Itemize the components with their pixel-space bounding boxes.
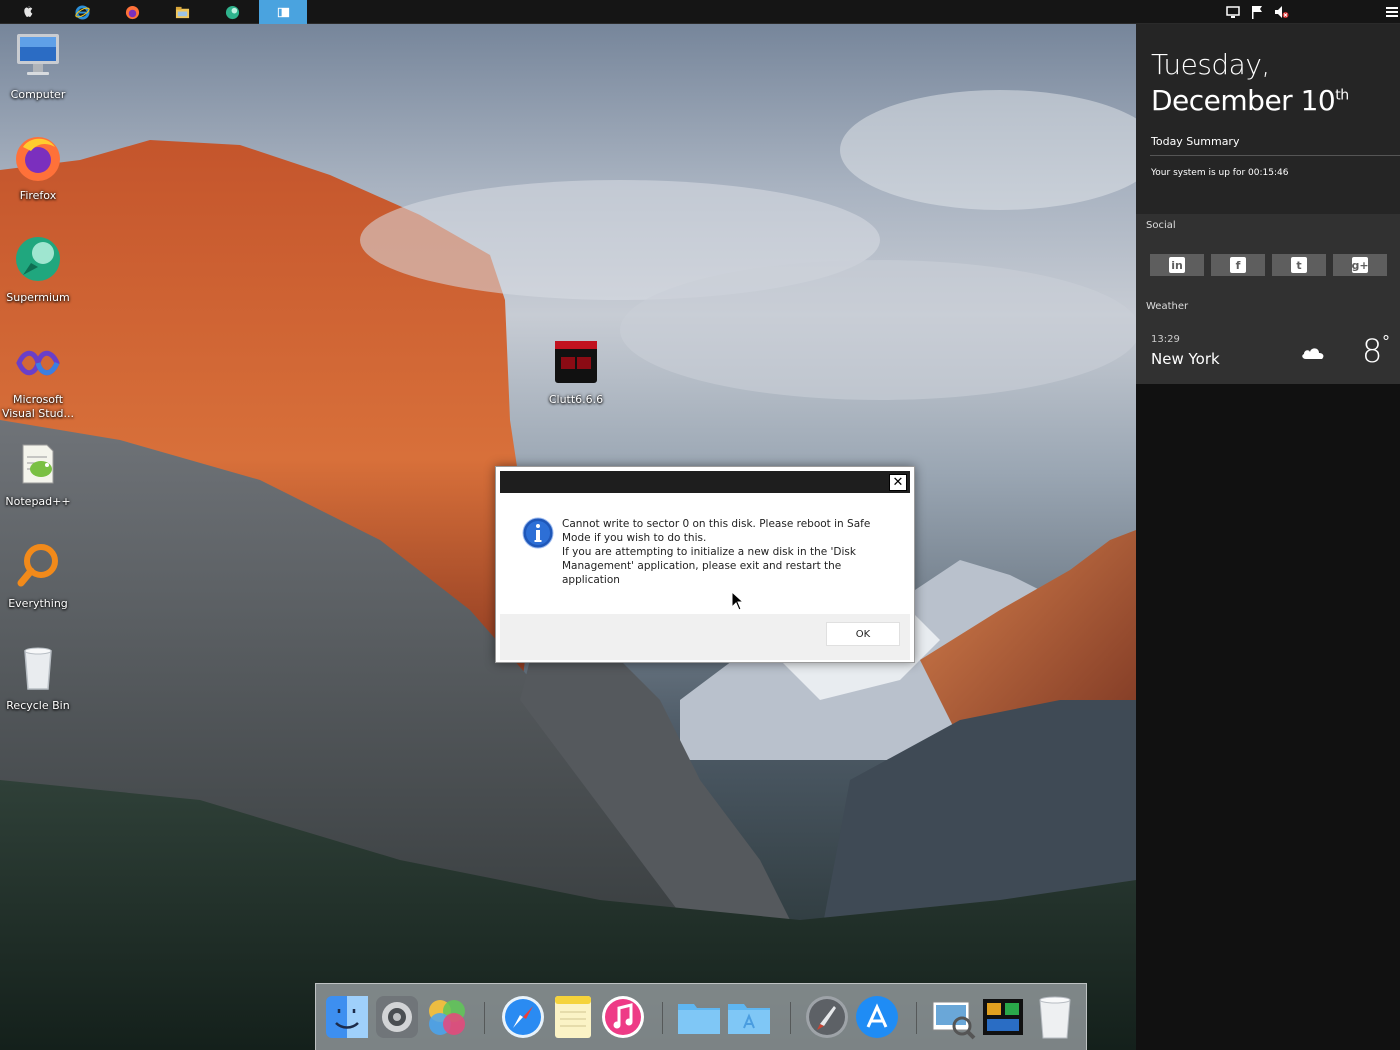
- desktop-icon-label: Notepad++: [5, 495, 71, 508]
- firefox-icon: [125, 5, 139, 19]
- desktop-icon-recycle-bin[interactable]: Recycle Bin: [0, 643, 76, 713]
- weather-time: 13:29: [1151, 334, 1180, 345]
- itunes-icon[interactable]: [600, 994, 646, 1040]
- desktop-icon-label: Firefox: [19, 189, 57, 202]
- clutt-app-icon: [555, 341, 597, 383]
- uptime-text: Your system is up for 00:15:46: [1151, 168, 1289, 178]
- error-dialog: ✕ Cannot write to sector 0 on this disk.…: [495, 466, 915, 663]
- supermium-icon: [225, 5, 239, 19]
- info-icon: [522, 517, 554, 549]
- network-icon[interactable]: [1225, 4, 1241, 20]
- dock-separator: [662, 1002, 663, 1034]
- weather-temperature: 8: [1362, 332, 1383, 370]
- google-plus-button[interactable]: g+: [1333, 254, 1387, 276]
- panel-date-suffix: th: [1335, 87, 1349, 104]
- google-plus-icon: g+: [1351, 257, 1369, 273]
- linkedin-button[interactable]: in: [1150, 254, 1204, 276]
- trash-icon[interactable]: [1032, 994, 1078, 1040]
- flag-icon[interactable]: [1249, 4, 1265, 20]
- dock-separator: [790, 1002, 791, 1034]
- menu-icon[interactable]: [1384, 4, 1400, 20]
- notes-icon[interactable]: [550, 994, 596, 1040]
- desktop-icon-label: Computer: [10, 88, 66, 101]
- side-panel: Tuesday, December 10th Today Summary You…: [1136, 24, 1400, 1050]
- desktop-icon-clutt[interactable]: Clutt6.6.6: [538, 337, 614, 407]
- facebook-button[interactable]: f: [1211, 254, 1265, 276]
- twitter-button[interactable]: t: [1272, 254, 1326, 276]
- taskbar-supermium[interactable]: [208, 0, 256, 24]
- social-weather-section: Social in f t g+ Weather 13:29 New York …: [1136, 214, 1400, 384]
- magnifier-icon: [17, 544, 58, 587]
- active-window-icon: [277, 7, 289, 17]
- cloud-icon: [1302, 348, 1324, 359]
- notepad-plus-plus-icon: [22, 444, 54, 484]
- weather-degree-symbol: °: [1382, 332, 1390, 351]
- folder-icon[interactable]: [676, 994, 722, 1040]
- app-store-icon[interactable]: [854, 994, 900, 1040]
- monitor-icon: [17, 34, 59, 75]
- preview-icon[interactable]: [930, 994, 976, 1040]
- summary-divider: [1150, 155, 1400, 156]
- taskbar: [0, 0, 1400, 24]
- volume-muted-icon[interactable]: [1273, 4, 1289, 20]
- desktop-icon-supermium[interactable]: Supermium: [0, 235, 76, 305]
- desktop-icon-visual-studio[interactable]: Microsoft Visual Stud...: [0, 337, 76, 421]
- launchpad-icon[interactable]: [804, 994, 850, 1040]
- panel-summary-section: Tuesday, December 10th Today Summary You…: [1136, 24, 1400, 384]
- start-icon: [23, 5, 32, 17]
- recycle-bin-icon: [24, 647, 52, 690]
- internet-explorer-icon: [74, 4, 90, 20]
- desktop-icon-notepad-plus-plus[interactable]: Notepad++: [0, 439, 76, 509]
- twitter-icon: t: [1291, 257, 1307, 273]
- mouse-cursor-icon: [731, 591, 745, 611]
- summary-title: Today Summary: [1151, 135, 1240, 148]
- panel-day: Tuesday,: [1151, 48, 1270, 81]
- dialog-message: Cannot write to sector 0 on this disk. P…: [562, 518, 871, 586]
- dock-separator: [916, 1002, 917, 1034]
- dock: [315, 983, 1087, 1050]
- weather-city: New York: [1151, 350, 1220, 368]
- ok-button[interactable]: OK: [826, 622, 900, 646]
- firefox-icon: [16, 137, 60, 181]
- visual-studio-icon: [16, 350, 60, 376]
- desktop-icon-computer[interactable]: Computer: [0, 32, 76, 102]
- close-icon: ✕: [892, 475, 904, 490]
- supermium-icon: [16, 237, 60, 281]
- desktop-icon-label: Clutt6.6.6: [548, 393, 604, 406]
- desktop-icon-everything[interactable]: Everything: [0, 541, 76, 611]
- photos-icon[interactable]: [424, 994, 470, 1040]
- system-preferences-icon[interactable]: [374, 994, 420, 1040]
- file-explorer-icon: [175, 6, 189, 18]
- start-button[interactable]: [4, 0, 52, 24]
- desktop-icon-label: Supermium: [6, 291, 70, 304]
- social-title: Social: [1146, 220, 1176, 231]
- taskbar-internet-explorer[interactable]: [58, 0, 106, 24]
- linkedin-icon: in: [1169, 257, 1185, 273]
- weather-title: Weather: [1146, 301, 1189, 312]
- facebook-icon: f: [1230, 257, 1246, 273]
- dialog-footer: OK: [500, 614, 910, 660]
- applications-folder-icon[interactable]: [726, 994, 772, 1040]
- taskbar-firefox[interactable]: [108, 0, 156, 24]
- dialog-body: Cannot write to sector 0 on this disk. P…: [500, 493, 910, 614]
- panel-date-main: December 10: [1151, 84, 1336, 117]
- taskbar-active-window[interactable]: [259, 0, 307, 24]
- safari-icon[interactable]: [500, 994, 546, 1040]
- panel-date: December 10th: [1151, 84, 1349, 117]
- taskbar-file-explorer[interactable]: [158, 0, 206, 24]
- desktop-icon-label: Microsoft Visual Stud...: [1, 393, 75, 420]
- dialog-titlebar[interactable]: ✕: [500, 471, 910, 493]
- dialog-close-button[interactable]: ✕: [889, 474, 907, 491]
- activity-monitor-icon[interactable]: [980, 994, 1026, 1040]
- desktop-icon-firefox[interactable]: Firefox: [0, 133, 76, 203]
- desktop-icon-label: Recycle Bin: [6, 699, 70, 712]
- dock-separator: [484, 1002, 485, 1034]
- finder-icon[interactable]: [324, 994, 370, 1040]
- desktop-icon-label: Everything: [8, 597, 68, 610]
